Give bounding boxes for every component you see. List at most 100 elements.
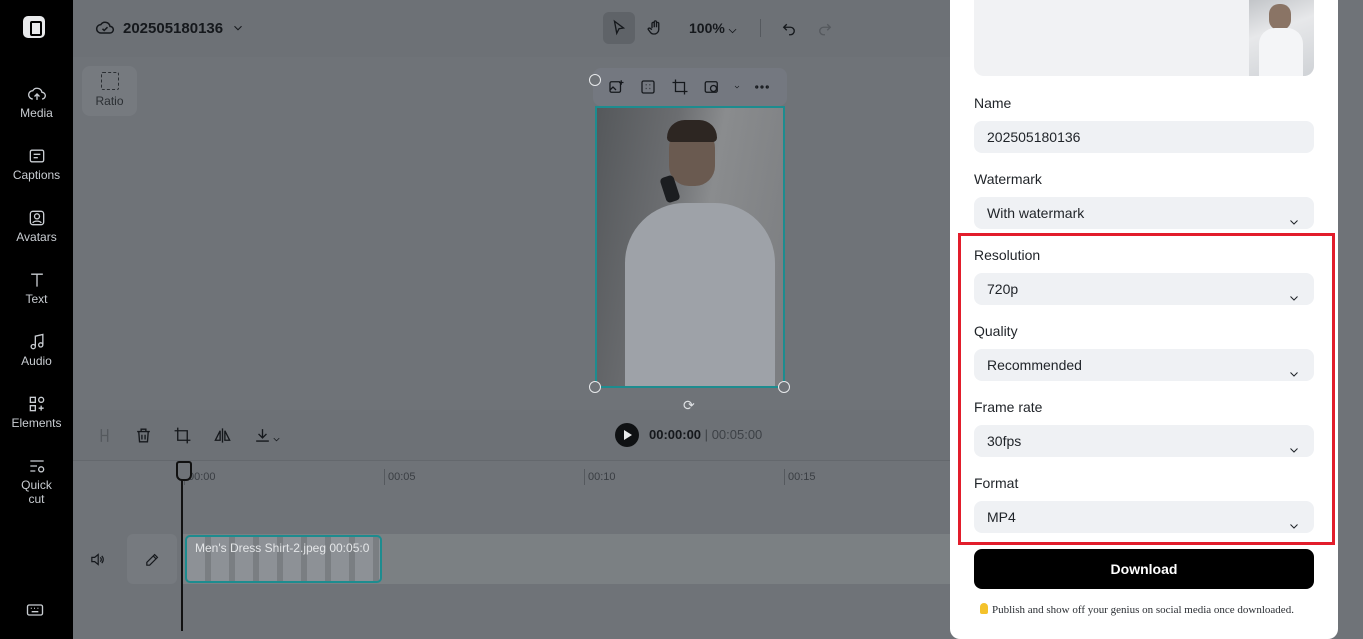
format-select[interactable]: MP4 <box>974 501 1314 533</box>
text-icon <box>0 270 73 290</box>
export-thumbnail <box>1249 0 1314 76</box>
more-options-button[interactable] <box>751 76 773 98</box>
crop-button[interactable] <box>669 76 691 98</box>
zoom-level-dropdown[interactable]: 100% ⌵ <box>689 20 736 36</box>
music-note-icon <box>0 332 73 352</box>
project-name: 202505180136 <box>123 20 223 37</box>
sidebar-item-label: Audio <box>21 354 52 368</box>
chevron-down-icon: ⌵ <box>729 25 737 36</box>
total-time: 00:05:00 <box>712 427 763 442</box>
quality-select[interactable]: Recommended <box>974 349 1314 381</box>
mask-icon <box>703 78 721 96</box>
timeline-toolbar: 00:00:00 | 00:05:00 <box>73 410 950 460</box>
download-icon <box>253 426 272 445</box>
sidebar-item-label: Text <box>25 292 47 306</box>
framerate-select[interactable]: 30fps <box>974 425 1314 457</box>
mask-button[interactable] <box>701 76 723 98</box>
sidebar-item-elements[interactable]: Elements <box>0 394 73 430</box>
resolution-label: Resolution <box>974 247 1040 263</box>
canvas-area: Ratio ⟳ <box>73 57 950 409</box>
name-label: Name <box>974 95 1011 111</box>
sidebar-item-label: Media <box>20 106 53 120</box>
chevron-down-icon <box>1288 283 1300 295</box>
image-add-icon <box>607 78 625 96</box>
quality-label: Quality <box>974 323 1018 339</box>
sidebar-item-media[interactable]: Media <box>0 84 73 120</box>
framerate-value: 30fps <box>987 433 1021 449</box>
playback-time: 00:00:00 | 00:05:00 <box>649 427 762 442</box>
download-clip-button[interactable] <box>253 426 282 450</box>
name-input[interactable]: 202505180136 <box>974 121 1314 153</box>
sidebar-item-text[interactable]: Text <box>0 270 73 306</box>
download-button[interactable]: Download <box>974 549 1314 589</box>
trash-icon <box>134 426 153 445</box>
resize-handle-bottom-left[interactable] <box>589 381 601 393</box>
undo-button[interactable] <box>773 12 805 44</box>
sidebar-item-captions[interactable]: Captions <box>0 146 73 182</box>
resize-handle-top-left[interactable] <box>589 74 601 86</box>
playhead[interactable] <box>181 461 183 631</box>
quality-value: Recommended <box>987 357 1082 373</box>
play-button[interactable] <box>615 423 639 447</box>
time-separator: | <box>705 427 708 442</box>
track-mute-button[interactable] <box>89 551 106 573</box>
undo-icon <box>780 19 798 37</box>
select-tool-button[interactable] <box>603 12 635 44</box>
fit-frame-icon <box>639 78 657 96</box>
left-sidebar: Media Captions Avatars Text Audio Elemen… <box>0 0 73 639</box>
hand-tool-button[interactable] <box>639 12 671 44</box>
export-panel: Name 202505180136 Watermark With waterma… <box>950 0 1338 639</box>
sidebar-item-quick-cut[interactable]: Quick cut <box>0 456 73 506</box>
keyboard-shortcuts-icon[interactable] <box>25 600 45 625</box>
timeline-tick: 00:15 <box>784 469 816 485</box>
canvas-tools: 100% ⌵ <box>603 12 841 44</box>
more-horizontal-icon <box>753 78 771 96</box>
track-edit-button[interactable] <box>127 534 177 584</box>
lightbulb-icon <box>980 603 988 614</box>
crop-icon <box>671 78 689 96</box>
sidebar-item-avatars[interactable]: Avatars <box>0 208 73 244</box>
captions-icon <box>0 146 73 166</box>
sidebar-item-label: Elements <box>11 416 61 430</box>
chevron-small-icon <box>733 82 741 92</box>
watermark-select[interactable]: With watermark <box>974 197 1314 229</box>
sidebar-item-label: Quick <box>21 478 52 492</box>
crop-clip-button[interactable] <box>173 426 192 450</box>
project-title[interactable]: 202505180136 <box>95 18 245 38</box>
chevron-down-icon <box>1288 359 1300 371</box>
clip-label: Men's Dress Shirt-2.jpeg 00:05:0 <box>195 541 369 555</box>
timeline-tick: 00:05 <box>384 469 416 485</box>
man-dress-shirt-photo <box>597 108 783 386</box>
ratio-icon <box>101 72 119 90</box>
timeline[interactable]: 00:00 00:05 00:10 00:15 Men's Dress Shir… <box>73 460 950 639</box>
sidebar-item-label: Captions <box>13 168 60 182</box>
watermark-label: Watermark <box>974 171 1042 187</box>
timeline-clip[interactable]: Men's Dress Shirt-2.jpeg 00:05:0 <box>185 535 382 583</box>
resize-handle-bottom-right[interactable] <box>778 381 790 393</box>
split-button[interactable] <box>95 426 114 450</box>
name-value: 202505180136 <box>987 129 1080 145</box>
pointer-icon <box>610 19 628 37</box>
delete-button[interactable] <box>134 426 153 450</box>
sidebar-item-audio[interactable]: Audio <box>0 332 73 368</box>
publish-tip: Publish and show off your genius on soci… <box>980 603 1294 616</box>
format-value: MP4 <box>987 509 1016 525</box>
top-toolbar: 202505180136 100% ⌵ <box>73 0 950 57</box>
flip-button[interactable] <box>213 426 232 450</box>
volume-icon <box>89 551 106 568</box>
resolution-select[interactable]: 720p <box>974 273 1314 305</box>
right-properties-strip <box>1337 0 1363 639</box>
elements-icon <box>0 394 73 414</box>
ratio-label: Ratio <box>95 94 123 108</box>
canvas-image-selected[interactable] <box>595 106 785 388</box>
ratio-button[interactable]: Ratio <box>82 66 137 116</box>
photo-hair-shape <box>667 120 717 142</box>
chevron-down-icon[interactable] <box>733 76 741 98</box>
redo-button[interactable] <box>809 12 841 44</box>
watermark-value: With watermark <box>987 205 1084 221</box>
element-floating-toolbar <box>593 68 787 106</box>
crop-icon <box>173 426 192 445</box>
redo-icon <box>816 19 834 37</box>
fit-button[interactable] <box>637 76 659 98</box>
replace-image-button[interactable] <box>605 76 627 98</box>
